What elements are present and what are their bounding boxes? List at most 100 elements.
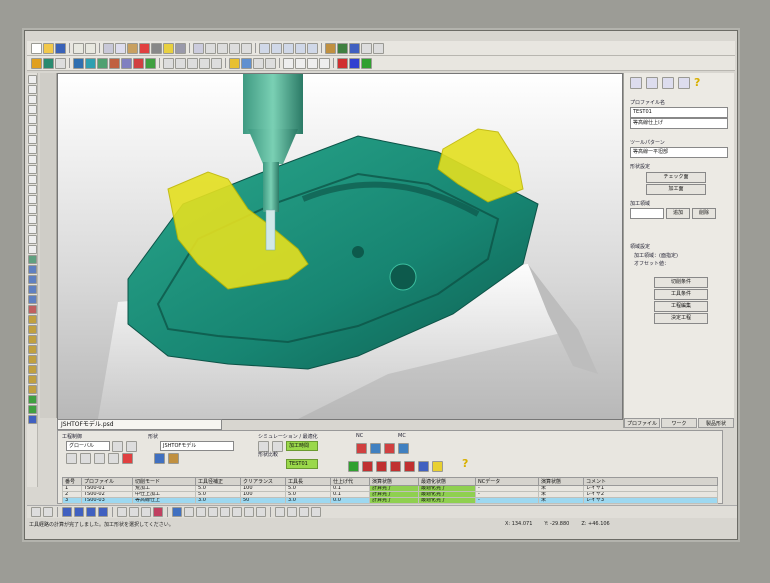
export-icon[interactable]	[373, 42, 384, 54]
machining-face-button[interactable]: 加工面	[646, 184, 706, 195]
check-face-button[interactable]: チェック面	[646, 172, 706, 183]
list-icon[interactable]	[66, 453, 77, 464]
move-down-icon[interactable]	[126, 441, 137, 452]
layer-icon[interactable]	[259, 42, 270, 54]
table-row-selected[interactable]: 3 TS00-03 等高線仕上 3.0 50 3.0 0.0 計算完了 最適化完…	[62, 497, 718, 504]
section-icon[interactable]	[241, 57, 252, 69]
profile-edit-button[interactable]: 工程編集	[654, 301, 708, 312]
toolpath-icon[interactable]	[145, 57, 156, 69]
mc-output-icon[interactable]	[384, 443, 395, 454]
revolve-icon[interactable]	[27, 275, 37, 284]
circle-draw-icon[interactable]	[27, 95, 37, 104]
cut-icon[interactable]	[103, 42, 114, 54]
snap-1-icon[interactable]	[172, 507, 182, 517]
polar-icon[interactable]	[311, 507, 321, 517]
polygon-icon[interactable]	[27, 135, 37, 144]
calc-icon[interactable]	[362, 461, 373, 472]
boolean-icon[interactable]	[27, 305, 37, 314]
save-icon[interactable]	[55, 42, 66, 54]
snap-4-icon[interactable]	[208, 507, 218, 517]
close-icon[interactable]	[122, 453, 133, 464]
view-iso-icon[interactable]	[307, 42, 318, 54]
mc-view-icon[interactable]	[398, 443, 409, 454]
wireframe-icon[interactable]	[55, 57, 66, 69]
surface-icon[interactable]	[85, 57, 96, 69]
snap-point-icon[interactable]	[283, 57, 294, 69]
drill-icon[interactable]	[27, 315, 37, 324]
snap-center-icon[interactable]	[319, 57, 330, 69]
view-side-icon[interactable]	[295, 42, 306, 54]
post-icon[interactable]	[27, 415, 37, 424]
shade-icon[interactable]	[43, 57, 54, 69]
optimize-icon[interactable]	[376, 461, 387, 472]
question-icon[interactable]: ?	[694, 77, 700, 88]
model-render[interactable]	[58, 74, 622, 419]
sweep-icon[interactable]	[27, 285, 37, 294]
chamfer-icon[interactable]	[27, 185, 37, 194]
rectangle-icon[interactable]	[27, 125, 37, 134]
arc-draw-icon[interactable]	[27, 105, 37, 114]
verify-icon[interactable]	[27, 395, 37, 404]
render-1-icon[interactable]	[117, 507, 127, 517]
simulate-icon[interactable]	[27, 405, 37, 414]
pencil-icon[interactable]	[27, 375, 37, 384]
ortho-icon[interactable]	[299, 507, 309, 517]
post-output-icon[interactable]	[404, 461, 415, 472]
check-icon[interactable]	[361, 42, 372, 54]
point-icon[interactable]	[205, 42, 216, 54]
lightbulb-icon[interactable]	[432, 461, 443, 472]
select-icon[interactable]	[31, 57, 42, 69]
path-icon[interactable]	[349, 42, 360, 54]
move-up-icon[interactable]	[112, 441, 123, 452]
view-2-icon[interactable]	[74, 507, 84, 517]
measure-2-icon[interactable]	[275, 507, 285, 517]
measure-icon[interactable]	[229, 57, 240, 69]
solid-icon[interactable]	[73, 57, 84, 69]
fillet-icon[interactable]	[27, 175, 37, 184]
machining-area-field[interactable]	[630, 208, 664, 219]
machine-icon[interactable]	[337, 42, 348, 54]
color-blue-icon[interactable]	[349, 57, 360, 69]
contour-icon[interactable]	[27, 335, 37, 344]
color-green-icon[interactable]	[361, 57, 372, 69]
gear-icon[interactable]	[94, 453, 105, 464]
wrench-icon[interactable]	[108, 453, 119, 464]
nc-view-icon[interactable]	[370, 443, 381, 454]
snap-mid-icon[interactable]	[307, 57, 318, 69]
mesh-icon[interactable]	[97, 57, 108, 69]
surface-create-icon[interactable]	[27, 255, 37, 264]
snap-5-icon[interactable]	[220, 507, 230, 517]
delete-icon[interactable]	[139, 42, 150, 54]
zigzag-icon[interactable]	[27, 355, 37, 364]
print-icon[interactable]	[151, 42, 162, 54]
nc-output-icon[interactable]	[356, 443, 367, 454]
snap-6-icon[interactable]	[232, 507, 242, 517]
pan-icon[interactable]	[199, 57, 210, 69]
paste-icon[interactable]	[127, 42, 138, 54]
redo-icon[interactable]	[85, 42, 96, 54]
circle-icon[interactable]	[229, 42, 240, 54]
offset-icon[interactable]	[27, 145, 37, 154]
document-tab[interactable]: JSHTOFモデル.psd	[57, 419, 222, 430]
trim-icon[interactable]	[27, 155, 37, 164]
tool-conditions-button[interactable]: 工具条件	[654, 289, 708, 300]
process-desc-field[interactable]: 等高線仕上げ	[630, 118, 728, 129]
rest-mill-icon[interactable]	[27, 385, 37, 394]
new-file-icon[interactable]	[31, 42, 42, 54]
render-2-icon[interactable]	[129, 507, 139, 517]
move-icon[interactable]	[27, 205, 37, 214]
snap-3-icon[interactable]	[196, 507, 206, 517]
line-draw-icon[interactable]	[27, 85, 37, 94]
scallop-icon[interactable]	[27, 365, 37, 374]
help-icon[interactable]	[163, 42, 174, 54]
zoom-out-icon[interactable]	[175, 57, 186, 69]
view-1-icon[interactable]	[62, 507, 72, 517]
copy-entity-icon[interactable]	[27, 215, 37, 224]
render-4-icon[interactable]	[153, 507, 163, 517]
tab-profile[interactable]: プロファイル	[624, 418, 660, 428]
run-icon[interactable]	[348, 461, 359, 472]
spline-icon[interactable]	[27, 115, 37, 124]
tree-icon[interactable]	[80, 453, 91, 464]
zoom-fit-icon[interactable]	[187, 57, 198, 69]
3d-viewport[interactable]	[57, 73, 623, 420]
